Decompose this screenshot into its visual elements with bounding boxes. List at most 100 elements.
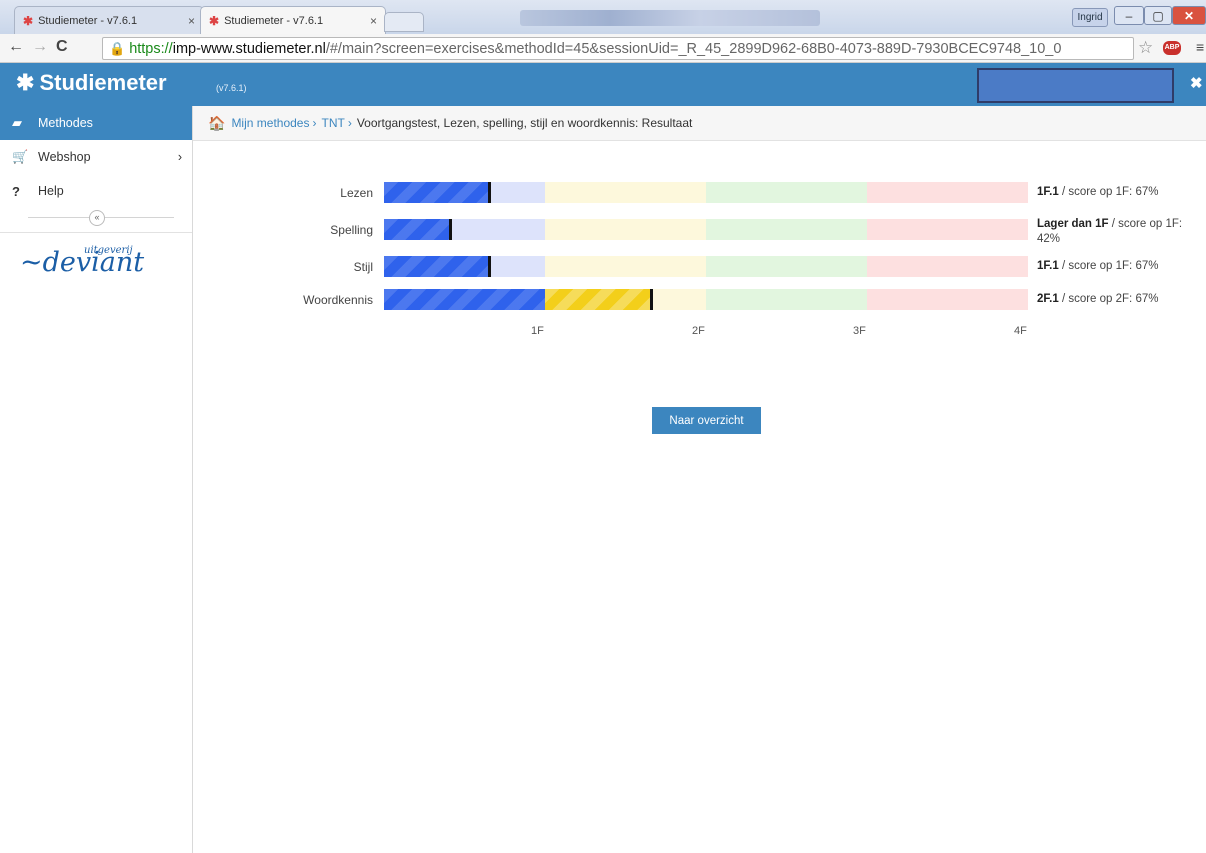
browser-menu-icon[interactable]: ≡ <box>1196 39 1204 55</box>
book-icon: ▰ <box>12 115 22 130</box>
studiemeter-favicon-icon: ✱ <box>23 13 34 28</box>
score-fill <box>384 219 450 240</box>
score-fill <box>384 256 489 277</box>
lock-icon: 🔒 <box>109 40 126 56</box>
result-score: / score op 1F: 67% <box>1058 186 1159 198</box>
score-fill-second-level <box>545 289 652 310</box>
result-level: 2F.1 <box>1037 293 1059 305</box>
forward-icon[interactable]: → <box>32 38 48 56</box>
level-zone-3F <box>706 182 867 203</box>
tab-title: Studiemeter - v7.6.1 <box>224 14 324 27</box>
result-text: Lager dan 1F / score op 1F: 42% <box>1037 217 1206 247</box>
level-bar <box>384 219 1028 240</box>
main-content: 🏠 Mijn methodes › TNT › Voortgangstest, … <box>193 106 1206 853</box>
level-bar <box>384 182 1028 203</box>
sidebar-item-label: Methodes <box>38 116 93 130</box>
score-marker <box>449 219 452 240</box>
fullscreen-icon[interactable]: ✖ <box>1190 74 1203 92</box>
close-tab-icon[interactable]: × <box>188 14 195 28</box>
close-window-button[interactable]: ✕ <box>1172 6 1206 25</box>
level-zone-3F <box>706 256 867 277</box>
browser-tabstrip: ✱ Studiemeter - v7.6.1 × ✱ Studiemeter -… <box>0 0 1206 34</box>
collapse-sidebar-icon[interactable]: « <box>89 210 105 226</box>
level-zone-3F <box>706 289 867 310</box>
result-text: 1F.1 / score op 1F: 67% <box>1037 259 1206 274</box>
divider <box>0 232 192 233</box>
chevron-right-icon: › <box>177 150 182 164</box>
axis-tick-label: 4F <box>1014 325 1027 337</box>
score-marker <box>487 256 491 277</box>
axis-tick-label: 2F <box>692 325 705 337</box>
sidebar-item-label: Help <box>38 184 64 198</box>
close-tab-icon[interactable]: × <box>370 14 377 28</box>
result-level: Lager dan 1F <box>1037 218 1109 230</box>
level-bar <box>384 256 1028 277</box>
row-label: Woordkennis <box>303 293 373 307</box>
breadcrumb-link-tnt[interactable]: TNT <box>321 116 344 130</box>
url-host: imp-www.studiemeter.nl <box>172 40 326 57</box>
level-bar <box>384 289 1028 310</box>
user-badge[interactable]: Ingrid <box>1072 8 1108 27</box>
window-title-blurred <box>520 10 820 26</box>
browser-toolbar: ← → C 🔒 https:// imp-www.studiemeter.nl … <box>0 34 1206 63</box>
minimize-button[interactable]: ‒ <box>1114 6 1144 25</box>
reload-icon[interactable]: C <box>56 38 68 56</box>
result-text: 1F.1 / score op 1F: 67% <box>1037 185 1206 200</box>
app-logo[interactable]: ✱ Studiemeter <box>16 70 167 96</box>
url-path: /#/main?screen=exercises&methodId=45&ses… <box>325 40 1062 57</box>
breadcrumb: 🏠 Mijn methodes › TNT › Voortgangstest, … <box>193 106 1206 141</box>
asterisk-logo-icon: ✱ <box>16 70 35 95</box>
score-fill <box>384 289 545 310</box>
logo-small-text: uitgeverij <box>84 245 133 256</box>
score-marker <box>487 182 491 203</box>
score-fill <box>384 182 489 203</box>
level-zone-4F <box>867 182 1028 203</box>
browser-tab-2[interactable]: ✱ Studiemeter - v7.6.1 × <box>200 6 386 34</box>
breadcrumb-link-methodes[interactable]: Mijn methodes <box>231 116 309 130</box>
new-tab-button[interactable] <box>384 12 424 32</box>
result-score: / score op 2F: 67% <box>1058 293 1159 305</box>
app-version: (v7.6.1) <box>216 83 247 93</box>
tab-title: Studiemeter - v7.6.1 <box>38 14 138 27</box>
url-scheme: https:// <box>129 40 173 57</box>
row-label: Lezen <box>340 186 373 200</box>
studiemeter-favicon-icon: ✱ <box>209 13 220 28</box>
row-label: Stijl <box>353 260 373 274</box>
brand-name: Studiemeter <box>39 70 167 95</box>
naar-overzicht-button[interactable]: Naar overzicht <box>652 407 761 434</box>
level-zone-2F <box>545 256 706 277</box>
breadcrumb-separator: › <box>312 116 317 130</box>
address-bar[interactable]: 🔒 https:// imp-www.studiemeter.nl /#/mai… <box>102 37 1134 60</box>
sidebar-item-methodes[interactable]: ▰ Methodes <box>0 106 192 140</box>
deviant-logo: uitgeverij ~deviant <box>20 245 192 278</box>
breadcrumb-current: Voortgangstest, Lezen, spelling, stijl e… <box>356 116 693 130</box>
home-icon[interactable]: 🏠 <box>208 115 225 132</box>
level-zone-4F <box>867 219 1028 240</box>
back-icon[interactable]: ← <box>8 38 24 56</box>
level-zone-4F <box>867 289 1028 310</box>
sidebar-collapse-row: « <box>0 208 192 228</box>
level-zone-3F <box>706 219 867 240</box>
level-zone-2F <box>545 219 706 240</box>
axis-tick-label: 3F <box>853 325 866 337</box>
breadcrumb-separator: › <box>347 116 352 130</box>
bookmark-star-icon[interactable]: ☆ <box>1138 38 1153 58</box>
sidebar-item-label: Webshop <box>38 150 91 164</box>
maximize-button[interactable]: ▢ <box>1144 6 1172 25</box>
sidebar: ▰ Methodes 🛒 Webshop › ? Help « uitgever… <box>0 106 193 853</box>
axis-tick-label: 1F <box>531 325 544 337</box>
level-zone-2F <box>545 182 706 203</box>
result-level: 1F.1 <box>1037 260 1059 272</box>
result-score: / score op 1F: 67% <box>1058 260 1159 272</box>
adblock-icon[interactable]: ABP <box>1163 41 1181 55</box>
sidebar-item-help[interactable]: ? Help <box>0 174 192 208</box>
app-header: ✱ Studiemeter (v7.6.1) ✖ <box>0 63 1206 106</box>
sidebar-item-webshop[interactable]: 🛒 Webshop › <box>0 140 192 174</box>
result-level: 1F.1 <box>1037 186 1059 198</box>
browser-tab-1[interactable]: ✱ Studiemeter - v7.6.1 × <box>14 6 204 34</box>
header-user-area[interactable] <box>977 68 1174 103</box>
level-zone-4F <box>867 256 1028 277</box>
result-text: 2F.1 / score op 2F: 67% <box>1037 292 1206 307</box>
row-label: Spelling <box>330 223 373 237</box>
cart-icon: 🛒 <box>12 149 29 164</box>
